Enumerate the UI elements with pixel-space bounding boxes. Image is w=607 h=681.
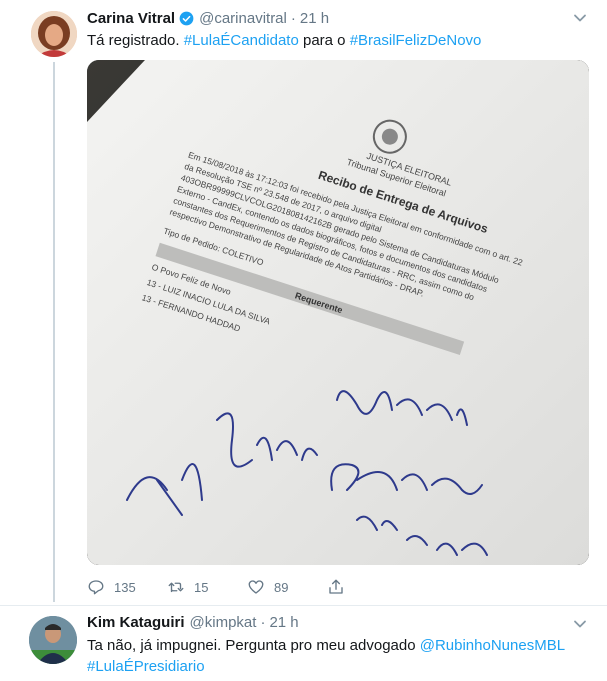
tweet-photo[interactable]: JUSTIÇA ELEITORAL Tribunal Superior Elei… xyxy=(87,60,589,565)
avatar[interactable] xyxy=(29,616,77,664)
profile-photo-icon xyxy=(29,616,77,664)
tweet-text: Tá registrado. #LulaÉCandidato para o #B… xyxy=(87,30,481,51)
chevron-down-icon[interactable] xyxy=(573,617,587,631)
document-photo: JUSTIÇA ELEITORAL Tribunal Superior Elei… xyxy=(87,60,589,565)
retweet-button[interactable]: 15 xyxy=(167,578,247,596)
author-name[interactable]: Kim Kataguiri xyxy=(87,614,185,631)
tweet-actions: 135 15 89 xyxy=(87,578,345,596)
hashtag-link[interactable]: #LulaÉCandidato xyxy=(184,32,299,49)
chevron-down-icon[interactable] xyxy=(573,11,587,25)
hashtag-link[interactable]: #BrasilFelizDeNovo xyxy=(350,32,482,49)
profile-photo-icon xyxy=(31,11,77,57)
retweet-icon xyxy=(168,582,184,593)
reply-button[interactable]: 135 xyxy=(87,578,167,596)
retweet-count: 15 xyxy=(194,579,209,595)
tweet-text-middle: para o xyxy=(298,32,350,49)
tweet-text: Ta não, já impugnei. Pergunta pro meu ad… xyxy=(87,635,587,677)
separator-dot: · xyxy=(260,614,266,631)
author-handle[interactable]: @kimpkat xyxy=(190,614,257,631)
reply-icon xyxy=(88,580,104,595)
like-button[interactable]: 89 xyxy=(247,578,327,596)
thread-connector-line xyxy=(53,62,55,602)
tweet-divider xyxy=(0,605,607,606)
reply-count: 135 xyxy=(114,579,136,595)
author-handle[interactable]: @carinavitral xyxy=(199,10,287,27)
mention-link[interactable]: @RubinhoNunesMBL xyxy=(420,637,565,654)
hashtag-link[interactable]: #LulaÉPresidiario xyxy=(87,658,205,675)
tweet-header: Kim Kataguiri @kimpkat · 21 h xyxy=(87,614,299,631)
author-name[interactable]: Carina Vitral xyxy=(87,10,175,27)
tweet-text-prefix: Ta não, já impugnei. Pergunta pro meu ad… xyxy=(87,637,420,654)
like-count: 89 xyxy=(274,579,289,595)
share-icon xyxy=(329,579,343,594)
tweet-header: Carina Vitral @carinavitral · 21 h xyxy=(87,10,329,27)
separator-dot: · xyxy=(290,10,296,27)
verified-badge-icon xyxy=(179,11,194,26)
avatar[interactable] xyxy=(31,11,77,57)
share-button[interactable] xyxy=(327,578,345,596)
heart-icon xyxy=(248,580,264,594)
tweet-text-prefix: Tá registrado. xyxy=(87,32,184,49)
timestamp[interactable]: 21 h xyxy=(300,10,329,27)
timestamp[interactable]: 21 h xyxy=(269,614,298,631)
